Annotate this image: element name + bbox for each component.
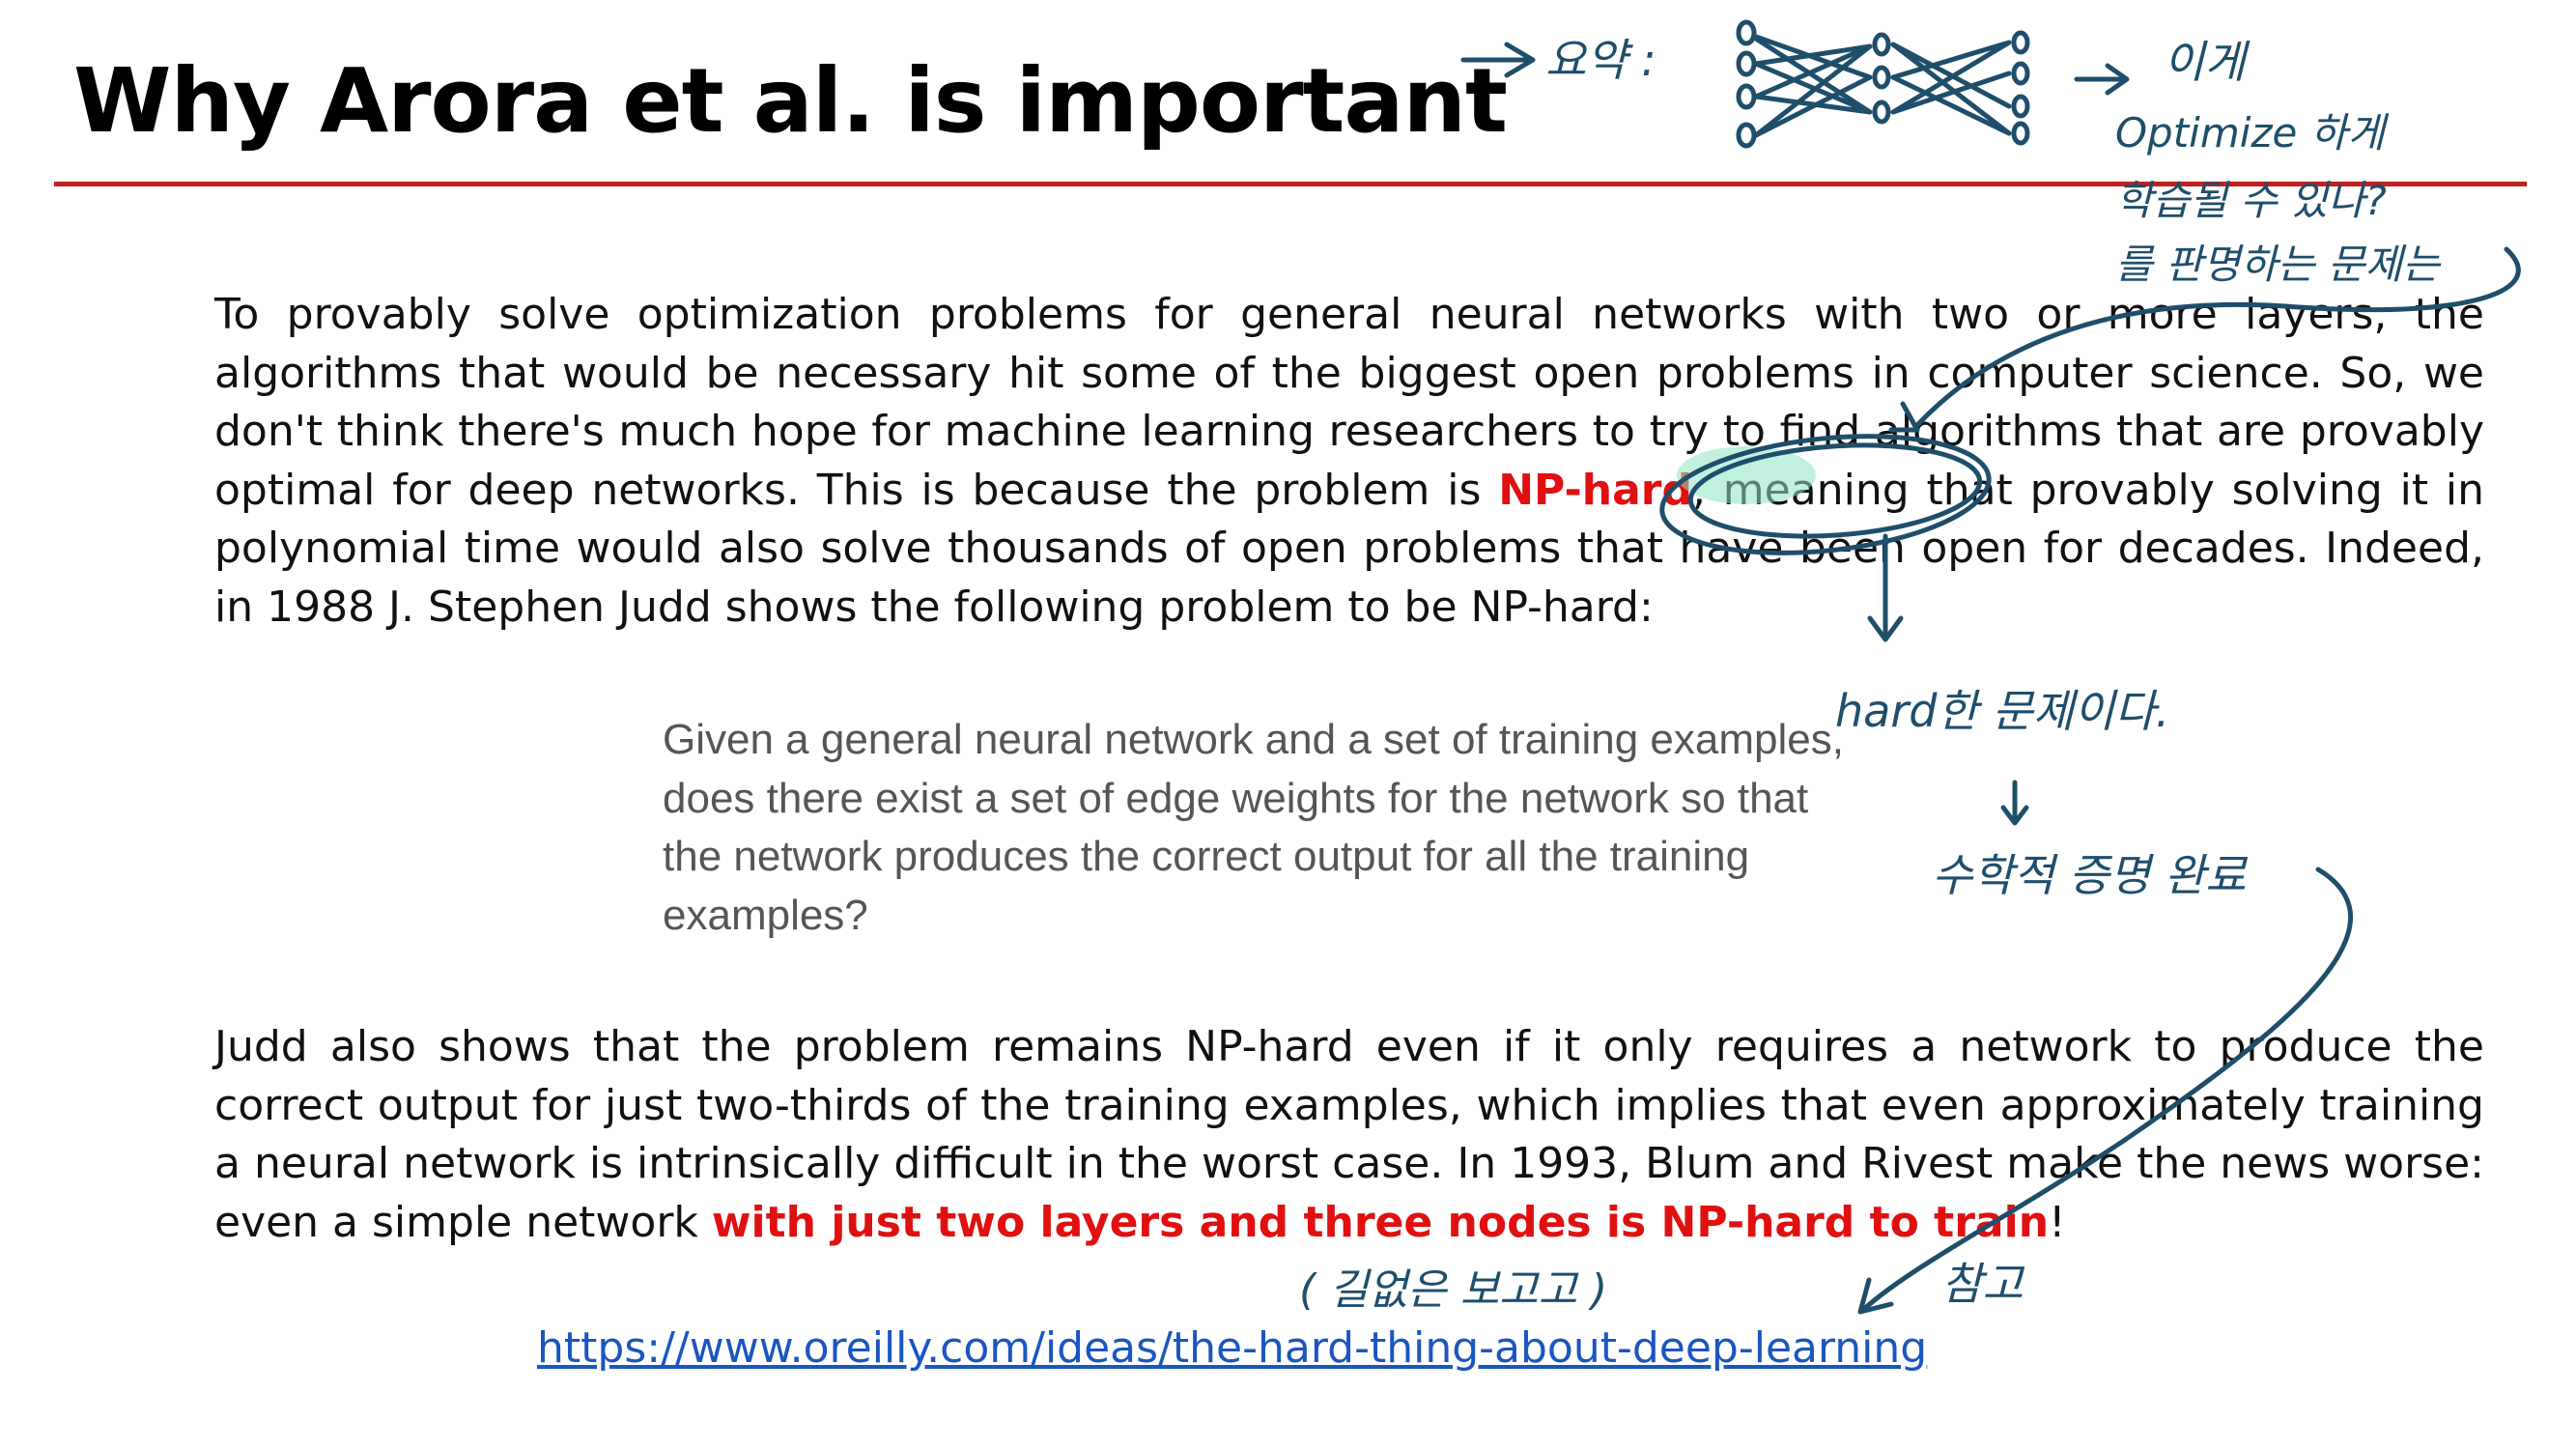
skip-note: ( 길없은 보고고 ) — [1299, 1265, 1607, 1315]
np-hard-highlight: NP-hard — [1498, 465, 1692, 515]
hard-note: hard한 문제이다. — [1835, 685, 2169, 737]
top-note-line-4: 를 판명하는 문제는 — [2115, 241, 2442, 288]
top-note-line-1: 이게 — [2164, 36, 2250, 88]
summary-label: 요약 : — [1545, 34, 1656, 86]
paragraph-judd-blum-rivest: Judd also shows that the problem remains… — [214, 1018, 2484, 1252]
judd-problem-quote: Given a general neural network and a set… — [663, 716, 1844, 939]
neural-network-sketch-icon — [1736, 19, 2030, 149]
source-link[interactable]: https://www.oreilly.com/ideas/the-hard-t… — [537, 1323, 1927, 1373]
two-layers-highlight: with just two layers and three nodes is … — [711, 1197, 2050, 1247]
note-arrow-icon — [2074, 63, 2130, 96]
top-note-line-2: Optimize 하게 — [2115, 109, 2390, 156]
reference-note: 참고 — [1941, 1258, 2024, 1310]
title-underline — [54, 182, 2527, 186]
paragraph-arora-importance: To provably solve optimization problems … — [214, 286, 2484, 637]
paragraph2-text-after: ! — [2049, 1197, 2066, 1247]
slide: Why Arora et al. is important To provabl… — [0, 0, 2576, 1449]
slide-title: Why Arora et al. is important — [73, 49, 1508, 153]
proof-note: 수학적 증명 완료 — [1932, 849, 2249, 901]
down-arrow-proof — [2000, 780, 2029, 826]
